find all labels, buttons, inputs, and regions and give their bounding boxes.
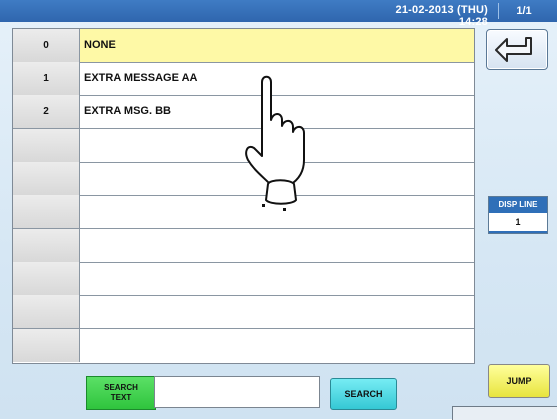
disp-line-label: DISP LINE: [498, 200, 538, 209]
row-text: NONE: [80, 29, 474, 62]
disp-line-box[interactable]: DISP LINE 1: [488, 196, 548, 234]
row-number: 0: [13, 29, 80, 62]
row-number: [13, 229, 80, 262]
screen: 21-02-2013 (THU) 14:28 1/1 0 NONE 1 EXTR…: [0, 0, 557, 420]
hand-pointer-icon: [245, 75, 305, 211]
search-text-label: SEARCH TEXT: [104, 383, 138, 403]
list-row[interactable]: 0 NONE: [13, 29, 474, 63]
row-text: [80, 329, 474, 362]
list-row[interactable]: [13, 295, 474, 329]
search-label-line1: SEARCH: [104, 383, 138, 392]
row-text: [80, 262, 474, 295]
back-button[interactable]: [486, 29, 548, 70]
datetime: 21-02-2013 (THU) 14:28: [395, 4, 488, 28]
list-row[interactable]: [13, 229, 474, 263]
search-input[interactable]: [154, 376, 320, 408]
list-row[interactable]: [13, 262, 474, 296]
corner-panel: [452, 406, 557, 420]
list-row[interactable]: [13, 329, 474, 362]
row-number: [13, 195, 80, 228]
row-text: [80, 229, 474, 262]
disp-line-value: 1: [489, 213, 547, 231]
row-number: [13, 329, 80, 362]
row-number: [13, 262, 80, 295]
row-number: [13, 162, 80, 195]
return-arrow-icon: [495, 37, 532, 62]
status-bar: 21-02-2013 (THU) 14:28 1/1: [0, 0, 557, 28]
search-label-line2: TEXT: [110, 393, 132, 402]
jump-button[interactable]: JUMP: [488, 364, 550, 398]
row-number: [13, 129, 80, 162]
row-text: [80, 295, 474, 328]
search-text-button[interactable]: SEARCH TEXT: [86, 376, 156, 410]
row-number: [13, 295, 80, 328]
search-button[interactable]: SEARCH: [330, 378, 397, 410]
row-number: 1: [13, 62, 80, 95]
page-indicator: 1/1: [498, 3, 549, 19]
row-number: 2: [13, 95, 80, 128]
